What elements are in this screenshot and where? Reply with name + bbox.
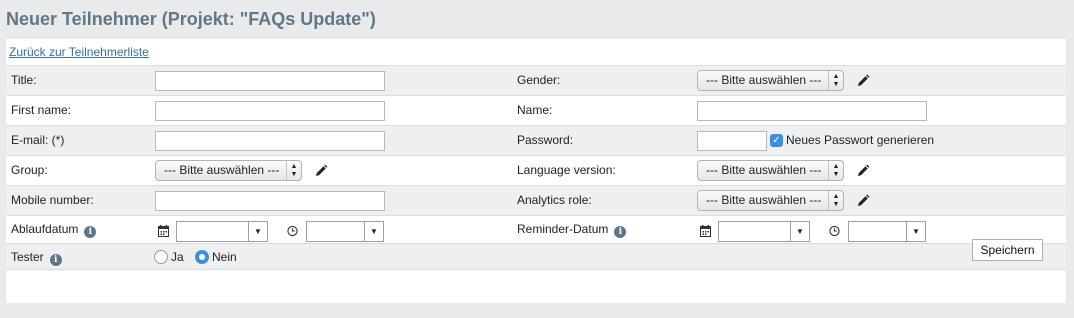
back-row: Zurück zur Teilnehmerliste: [6, 39, 1066, 65]
gender-label: Gender:: [517, 73, 561, 87]
gender-select[interactable]: --- Bitte auswählen --- ▲ ▼: [697, 70, 844, 91]
info-icon[interactable]: i: [84, 226, 97, 238]
pencil-icon[interactable]: [856, 74, 870, 88]
gender-select-value: --- Bitte auswählen ---: [706, 73, 822, 87]
name-label: Name:: [517, 103, 553, 117]
dropdown-arrow-icon: ▼: [364, 222, 383, 241]
pencil-icon[interactable]: [314, 164, 328, 178]
dropdown-arrow-icon: ▼: [248, 222, 267, 241]
expiry-label: Ablaufdatum: [11, 222, 79, 236]
analytics-select-value: --- Bitte auswählen ---: [706, 193, 822, 207]
pencil-icon[interactable]: [856, 194, 870, 208]
reminder-date-select[interactable]: ▼: [718, 221, 810, 242]
info-icon[interactable]: i: [49, 254, 62, 266]
reminder-label-wrap: Reminder-Datum i: [517, 222, 627, 238]
row-group-language: Group: --- Bitte auswählen --- ▲ ▼ Langua…: [6, 155, 1066, 185]
generate-password-checkbox[interactable]: ✓: [770, 134, 783, 147]
mobile-label: Mobile number:: [11, 193, 94, 207]
tester-yes-label: Ja: [171, 250, 184, 264]
dropdown-arrow-icon: ▼: [790, 222, 809, 241]
group-select-value: --- Bitte auswählen ---: [164, 163, 280, 177]
tester-label: Tester: [11, 250, 44, 264]
title-input[interactable]: [155, 71, 385, 91]
row-tester: Tester i Ja Nein: [6, 243, 1066, 269]
footer-divider: [6, 269, 1066, 270]
save-button[interactable]: Speichern: [972, 239, 1043, 261]
analytics-role-select[interactable]: --- Bitte auswählen --- ▲ ▼: [697, 190, 844, 211]
pencil-icon[interactable]: [856, 164, 870, 178]
language-label: Language version:: [517, 163, 616, 177]
reminder-label: Reminder-Datum: [517, 222, 609, 236]
expiry-time-select[interactable]: ▼: [306, 221, 384, 242]
expiry-date-select[interactable]: ▼: [176, 221, 268, 242]
reminder-time-select[interactable]: ▼: [848, 221, 926, 242]
email-input[interactable]: [155, 131, 385, 151]
dropdown-arrow-icon: ▼: [906, 222, 925, 241]
calendar-icon[interactable]: [700, 225, 711, 237]
row-email-password: E-mail: (*) Password: ✓ Neues Passwort g…: [6, 125, 1066, 155]
select-arrows-icon: ▲ ▼: [828, 161, 843, 180]
row-mobile-analytics: Mobile number: Analytics role: --- Bitte…: [6, 185, 1066, 215]
name-input[interactable]: [697, 101, 927, 121]
participant-form: Zurück zur Teilnehmerliste Title: Gender…: [6, 39, 1066, 303]
calendar-icon[interactable]: [158, 225, 169, 237]
row-expiry-reminder: Ablaufdatum i ▼ ▼ Reminder-Datum i ▼ ▼: [6, 215, 1066, 245]
language-select-value: --- Bitte auswählen ---: [706, 163, 822, 177]
email-label: E-mail: (*): [11, 133, 65, 147]
tester-no-label: Nein: [212, 250, 237, 264]
back-to-list-link[interactable]: Zurück zur Teilnehmerliste: [9, 45, 149, 59]
first-name-label: First name:: [11, 103, 72, 117]
clock-icon[interactable]: [829, 225, 840, 237]
language-select[interactable]: --- Bitte auswählen --- ▲ ▼: [697, 160, 844, 181]
clock-icon[interactable]: [287, 225, 298, 237]
tester-label-wrap: Tester i: [11, 250, 62, 266]
analytics-label: Analytics role:: [517, 193, 592, 207]
select-arrows-icon: ▲ ▼: [828, 191, 843, 210]
password-label: Password:: [517, 133, 574, 147]
first-name-input[interactable]: [155, 101, 385, 121]
group-select[interactable]: --- Bitte auswählen --- ▲ ▼: [155, 160, 302, 181]
expiry-label-wrap: Ablaufdatum i: [11, 222, 97, 238]
row-firstname-name: First name: Name:: [6, 95, 1066, 125]
password-input[interactable]: [697, 131, 767, 151]
row-title-gender: Title: Gender: --- Bitte auswählen --- ▲…: [6, 65, 1066, 95]
title-label: Title:: [11, 73, 37, 87]
select-arrows-icon: ▲ ▼: [286, 161, 301, 180]
group-label: Group:: [11, 163, 48, 177]
tester-no-radio[interactable]: [195, 250, 209, 264]
mobile-input[interactable]: [155, 191, 385, 211]
tester-yes-radio[interactable]: [154, 250, 168, 264]
page-title: Neuer Teilnehmer (Projekt: "FAQs Update"…: [6, 9, 376, 29]
generate-password-label: Neues Passwort generieren: [786, 133, 935, 147]
info-icon[interactable]: i: [614, 226, 627, 238]
select-arrows-icon: ▲ ▼: [828, 71, 843, 90]
